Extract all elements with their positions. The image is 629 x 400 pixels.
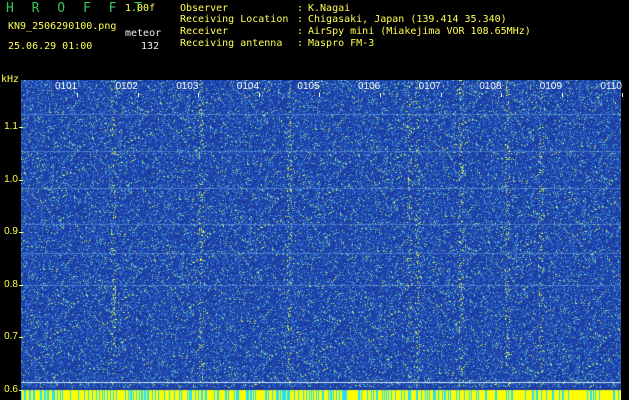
- info-value-receiver: AirSpy mini (Miakejima VOR 108.65MHz): [308, 26, 531, 37]
- y-tick-mark: [19, 232, 23, 234]
- info-colon: :: [297, 3, 304, 14]
- info-value-observer: K.Nagai: [308, 3, 351, 14]
- y-tick-mark: [19, 127, 23, 129]
- x-tick-mark: [561, 93, 563, 97]
- info-label-observer: Observer: [180, 3, 229, 14]
- x-tick-label: 0108: [479, 81, 502, 92]
- x-tick-label: 0107: [418, 81, 441, 92]
- info-label-location: Receiving Location: [180, 14, 289, 25]
- x-tick-mark: [198, 93, 200, 97]
- y-tick-label: 0.8: [4, 278, 18, 290]
- y-tick-label: 0.6: [4, 383, 18, 395]
- version-label: 1.00f: [125, 3, 156, 14]
- datetime-label: 25.06.29 01:00: [8, 41, 93, 52]
- x-tick-label: 0110: [600, 81, 622, 92]
- info-value-antenna: Maspro FM-3: [308, 38, 375, 49]
- filename-label: KN9_2506290100.png: [8, 21, 117, 32]
- spectrogram-plot: [21, 80, 621, 400]
- y-tick-label: 1.0: [4, 173, 18, 185]
- x-tick-label: 0104: [236, 81, 260, 92]
- x-tick-mark: [622, 93, 624, 97]
- spectrogram-canvas: [21, 80, 621, 400]
- y-tick-mark: [19, 389, 23, 391]
- y-tick-mark: [19, 337, 23, 339]
- info-colon: :: [297, 38, 304, 49]
- y-tick-mark: [19, 179, 23, 181]
- x-tick-label: 0103: [176, 81, 199, 92]
- info-value-location: Chigasaki, Japan (139.414 35.340): [308, 14, 507, 25]
- info-colon: :: [297, 14, 304, 25]
- x-tick-mark: [440, 93, 442, 97]
- y-axis-unit: kHz: [1, 74, 20, 85]
- y-tick-mark: [19, 284, 23, 286]
- x-tick-label: 0105: [297, 81, 320, 92]
- x-tick-mark: [380, 93, 381, 97]
- x-tick-label: 0106: [358, 81, 381, 92]
- x-tick-label: 0102: [115, 81, 138, 92]
- x-tick-mark: [77, 93, 78, 97]
- x-tick-label: 0109: [539, 81, 563, 92]
- spectrogram-window: H R O F F T 1.00f KN9_2506290100.png met…: [0, 0, 629, 400]
- y-tick-label: 1.1: [4, 121, 18, 133]
- info-colon: :: [297, 26, 304, 37]
- meteor-count: 132: [141, 41, 160, 52]
- x-tick-mark: [258, 93, 260, 97]
- y-tick-label: 0.7: [4, 331, 18, 343]
- x-tick-mark: [137, 93, 139, 97]
- info-label-receiver: Receiver: [180, 26, 229, 37]
- x-tick-label: 0101: [55, 81, 78, 92]
- y-tick-label: 0.9: [4, 226, 18, 238]
- x-tick-mark: [501, 93, 503, 97]
- x-tick-mark: [319, 93, 321, 97]
- info-label-antenna: Receiving antenna: [180, 38, 283, 49]
- meteor-label: meteor: [125, 28, 162, 39]
